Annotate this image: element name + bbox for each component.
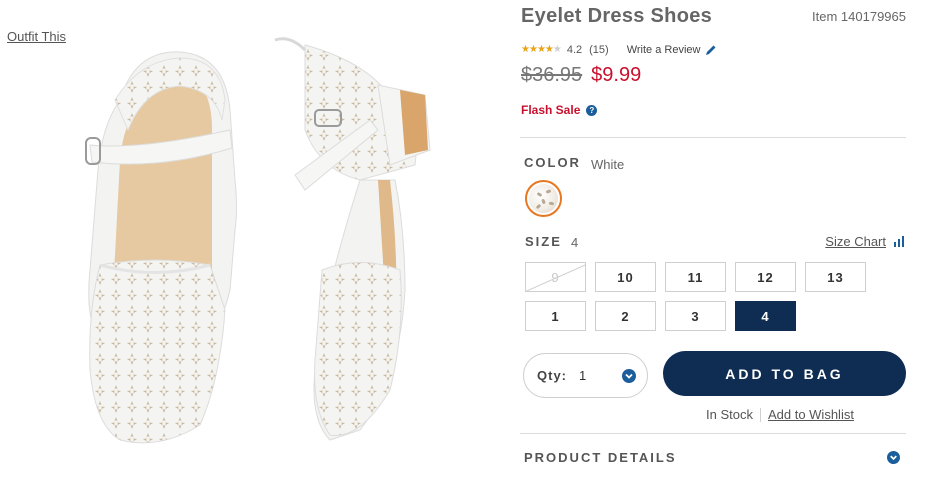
stock-status: In Stock xyxy=(706,407,753,422)
pencil-icon[interactable] xyxy=(705,44,717,56)
review-count[interactable]: (15) xyxy=(589,44,609,56)
outfit-this-link[interactable]: Outfit This xyxy=(7,29,66,44)
star-icon: ★ xyxy=(521,44,530,55)
star-icon: ★ xyxy=(536,44,546,55)
size-chart-link[interactable]: Size Chart xyxy=(825,234,886,249)
add-to-bag-button[interactable]: ADD TO BAG xyxy=(663,351,906,396)
star-rating[interactable]: ★ ★ ★ ★ ★ xyxy=(521,44,562,55)
sale-price: $9.99 xyxy=(591,64,642,86)
stock-row: In Stock Add to Wishlist xyxy=(706,407,854,422)
size-option-13[interactable]: 13 xyxy=(805,262,866,292)
rating-row: ★ ★ ★ ★ ★ 4.2 (15) Write a Review xyxy=(521,42,717,58)
size-option-4[interactable]: 4 xyxy=(735,301,796,331)
size-value: 4 xyxy=(571,235,579,250)
star-empty-icon: ★ xyxy=(552,44,562,55)
quantity-label: Qty: xyxy=(537,368,567,383)
size-option-12[interactable]: 12 xyxy=(735,262,796,292)
item-number: Item 140179965 xyxy=(812,9,906,24)
white-eyelet-swatch-icon xyxy=(529,184,558,213)
flash-sale-badge: Flash Sale ? xyxy=(521,103,598,117)
quantity-select[interactable]: Qty: 1 xyxy=(523,353,648,398)
divider xyxy=(520,137,906,138)
chevron-down-icon[interactable] xyxy=(887,451,900,464)
rating-value: 4.2 xyxy=(566,44,583,56)
bar-chart-icon[interactable] xyxy=(894,236,906,247)
product-info-panel: Eyelet Dress Shoes Item 140179965 ★ ★ ★ … xyxy=(520,0,910,477)
chevron-down-icon xyxy=(622,369,636,383)
divider xyxy=(520,433,906,434)
size-option-11[interactable]: 11 xyxy=(665,262,726,292)
product-image xyxy=(85,37,431,444)
size-label: SIZE xyxy=(525,234,562,249)
color-label: COLOR xyxy=(524,155,581,170)
add-to-wishlist-link[interactable]: Add to Wishlist xyxy=(768,407,854,422)
write-review-link[interactable]: Write a Review xyxy=(627,44,701,56)
help-icon[interactable]: ? xyxy=(586,104,598,116)
original-price: $36.95 xyxy=(521,64,583,86)
price-block: $36.95 $9.99 xyxy=(521,64,641,87)
size-option-1[interactable]: 1 xyxy=(525,301,586,331)
color-value: White xyxy=(591,157,625,172)
flash-sale-label: Flash Sale xyxy=(521,103,581,117)
product-title: Eyelet Dress Shoes xyxy=(521,5,713,27)
size-option-9[interactable]: 9 xyxy=(525,262,586,292)
product-details-toggle[interactable]: PRODUCT DETAILS xyxy=(524,450,677,465)
size-option-3[interactable]: 3 xyxy=(665,301,726,331)
size-option-2[interactable]: 2 xyxy=(595,301,656,331)
star-icon: ★ xyxy=(528,44,538,55)
quantity-value: 1 xyxy=(579,368,587,383)
divider xyxy=(759,407,761,422)
size-option-10[interactable]: 10 xyxy=(595,262,656,292)
star-icon: ★ xyxy=(544,44,554,55)
color-swatch-white[interactable] xyxy=(525,180,562,217)
